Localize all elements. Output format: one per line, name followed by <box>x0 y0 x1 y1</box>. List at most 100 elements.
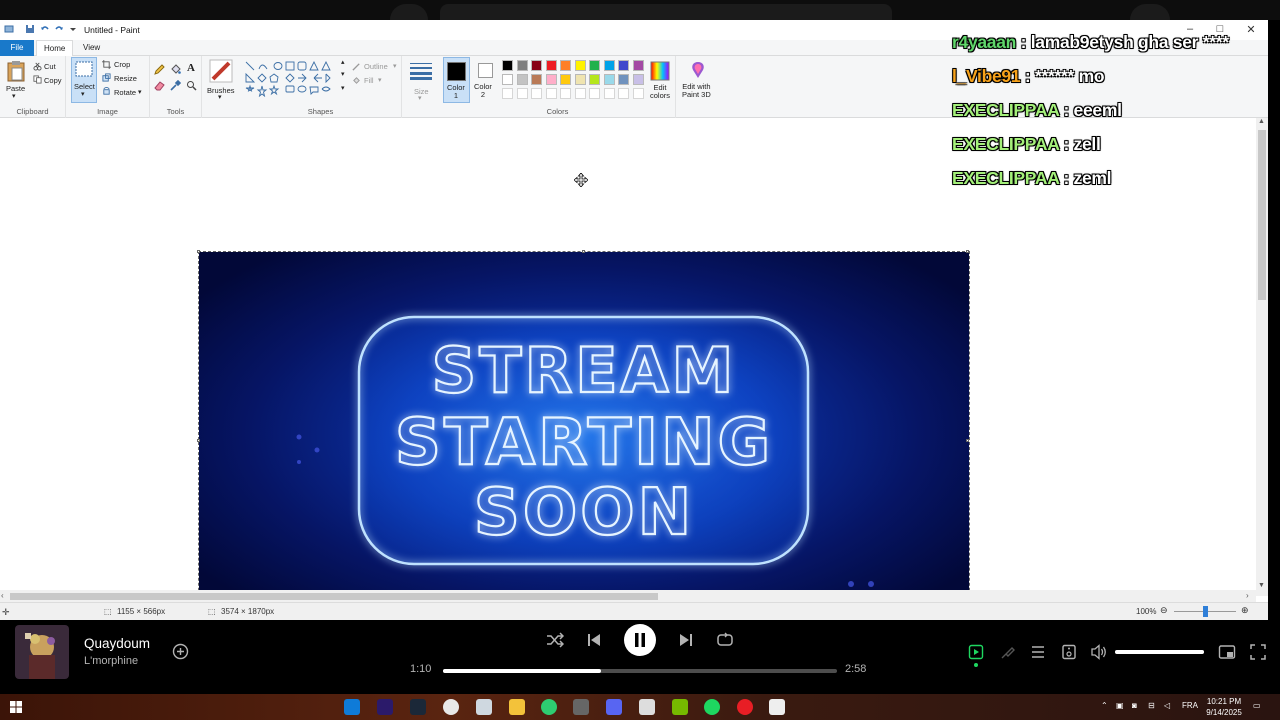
palette-color[interactable] <box>589 74 600 85</box>
song-title[interactable]: Quaydoum <box>84 636 150 651</box>
palette-custom-slot[interactable] <box>531 88 542 99</box>
zoom-in-icon[interactable]: ⊕ <box>1241 605 1249 616</box>
tab-home[interactable]: Home <box>36 40 74 56</box>
palette-color[interactable] <box>531 60 542 71</box>
windows-start-icon[interactable] <box>10 701 22 713</box>
song-artist[interactable]: L'morphine <box>84 655 138 667</box>
palette-color[interactable] <box>545 60 557 71</box>
palette-color[interactable] <box>574 74 586 85</box>
palette-color[interactable] <box>603 60 615 71</box>
shapes-scroll-up-icon[interactable]: ▴ <box>341 58 345 66</box>
resize-handle[interactable] <box>582 250 585 253</box>
scroll-down-icon[interactable]: ▼ <box>1258 582 1265 589</box>
paste-icon[interactable] <box>6 60 26 82</box>
fill-button[interactable]: Fill <box>364 76 374 85</box>
resize-button[interactable]: Resize <box>114 74 137 83</box>
palette-color[interactable] <box>618 60 629 71</box>
app-7-icon[interactable] <box>541 699 557 715</box>
connect-device-icon[interactable] <box>1061 644 1077 660</box>
fullscreen-icon[interactable] <box>1250 644 1266 660</box>
paint3d-icon[interactable] <box>688 60 708 80</box>
size-icon[interactable] <box>410 62 432 80</box>
palette-color[interactable] <box>632 60 644 71</box>
cut-button[interactable]: Cut <box>44 62 56 71</box>
palette-custom-slot[interactable] <box>618 88 629 99</box>
vertical-scrollbar[interactable]: ▲ ▼ <box>1256 118 1268 596</box>
playback-progress-bar[interactable] <box>443 669 837 673</box>
close-button[interactable]: ✕ <box>1244 23 1258 36</box>
now-playing-view-icon[interactable] <box>968 644 984 660</box>
resize-handle[interactable] <box>966 439 969 442</box>
pencil-icon[interactable] <box>154 64 165 75</box>
rotate-icon[interactable] <box>102 87 111 96</box>
palette-color[interactable] <box>545 74 557 85</box>
add-to-library-icon[interactable] <box>172 643 189 660</box>
previous-track-icon[interactable] <box>586 632 602 648</box>
nvidia-app-icon[interactable] <box>672 699 688 715</box>
text-tool-icon[interactable]: A <box>187 62 195 74</box>
select-button[interactable]: Select ▾ <box>71 57 97 103</box>
crop-icon[interactable] <box>102 60 111 69</box>
app-5-icon[interactable] <box>476 699 492 715</box>
resize-handle[interactable] <box>197 439 200 442</box>
app-9-icon[interactable] <box>606 699 622 715</box>
palette-custom-slot[interactable] <box>545 88 557 99</box>
save-icon[interactable] <box>25 24 35 34</box>
palette-color[interactable] <box>560 74 571 85</box>
lyrics-icon[interactable] <box>1000 644 1016 660</box>
network-icon[interactable]: ⊟ <box>1148 701 1155 710</box>
copy-button[interactable]: Copy <box>44 76 62 85</box>
redo-icon[interactable] <box>54 24 64 34</box>
palette-color[interactable] <box>618 74 629 85</box>
next-track-icon[interactable] <box>678 632 694 648</box>
app-10-icon[interactable] <box>639 699 655 715</box>
palette-color[interactable] <box>502 60 513 71</box>
steam-app-icon[interactable] <box>410 699 426 715</box>
quick-access-dropdown-icon[interactable] <box>68 24 78 34</box>
queue-icon[interactable] <box>1030 644 1046 660</box>
canvas-area[interactable]: STREAM STARTING SOON <box>0 118 1256 620</box>
palette-custom-slot[interactable] <box>603 88 615 99</box>
eraser-icon[interactable] <box>154 80 165 91</box>
palette-custom-slot[interactable] <box>632 88 644 99</box>
zoom-slider-thumb[interactable] <box>1203 606 1208 617</box>
canvas-image[interactable]: STREAM STARTING SOON <box>198 251 970 620</box>
paste-dropdown-icon[interactable]: ▾ <box>12 92 16 100</box>
edge-app-icon[interactable] <box>344 699 360 715</box>
volume-icon[interactable] <box>1091 644 1108 660</box>
fill-icon[interactable] <box>352 76 361 85</box>
palette-color[interactable] <box>589 60 600 71</box>
color-picker-icon[interactable] <box>170 80 181 91</box>
chrome-app-icon[interactable] <box>443 699 459 715</box>
app-8-icon[interactable] <box>573 699 589 715</box>
rotate-button[interactable]: Rotate <box>114 88 136 97</box>
paste-label[interactable]: Paste <box>6 84 25 93</box>
notifications-icon[interactable]: ▭ <box>1253 701 1261 710</box>
opera-app-icon[interactable] <box>737 699 753 715</box>
premiere-app-icon[interactable] <box>377 699 393 715</box>
palette-custom-slot[interactable] <box>589 88 600 99</box>
resize-handle[interactable] <box>966 250 969 253</box>
fill-dropdown-icon[interactable]: ▾ <box>378 76 382 84</box>
volume-slider[interactable] <box>1115 650 1204 654</box>
palette-color[interactable] <box>632 74 644 85</box>
scroll-right-icon[interactable]: › <box>1246 591 1249 600</box>
vertical-scroll-thumb[interactable] <box>1258 130 1266 300</box>
palette-custom-slot[interactable] <box>516 88 528 99</box>
tab-file[interactable]: File <box>0 40 34 56</box>
tray-overflow-icon[interactable]: ⌃ <box>1101 701 1108 710</box>
palette-custom-slot[interactable] <box>574 88 586 99</box>
brushes-icon[interactable] <box>209 59 233 83</box>
speaker-icon[interactable]: ◁ <box>1164 701 1170 710</box>
palette-color[interactable] <box>560 60 571 71</box>
shapes-more-icon[interactable]: ▾ <box>341 84 345 92</box>
palette-color[interactable] <box>516 74 528 85</box>
copy-icon[interactable] <box>33 75 42 84</box>
tray-app-icon[interactable]: ▣ <box>1116 701 1124 710</box>
fill-bucket-icon[interactable] <box>170 64 181 75</box>
shapes-scroll-down-icon[interactable]: ▾ <box>341 70 345 78</box>
shuffle-icon[interactable] <box>546 632 564 648</box>
repeat-icon[interactable] <box>716 632 734 648</box>
edit-colors-button[interactable]: Edit colors <box>646 58 676 104</box>
spotify-app-icon[interactable] <box>704 699 720 715</box>
